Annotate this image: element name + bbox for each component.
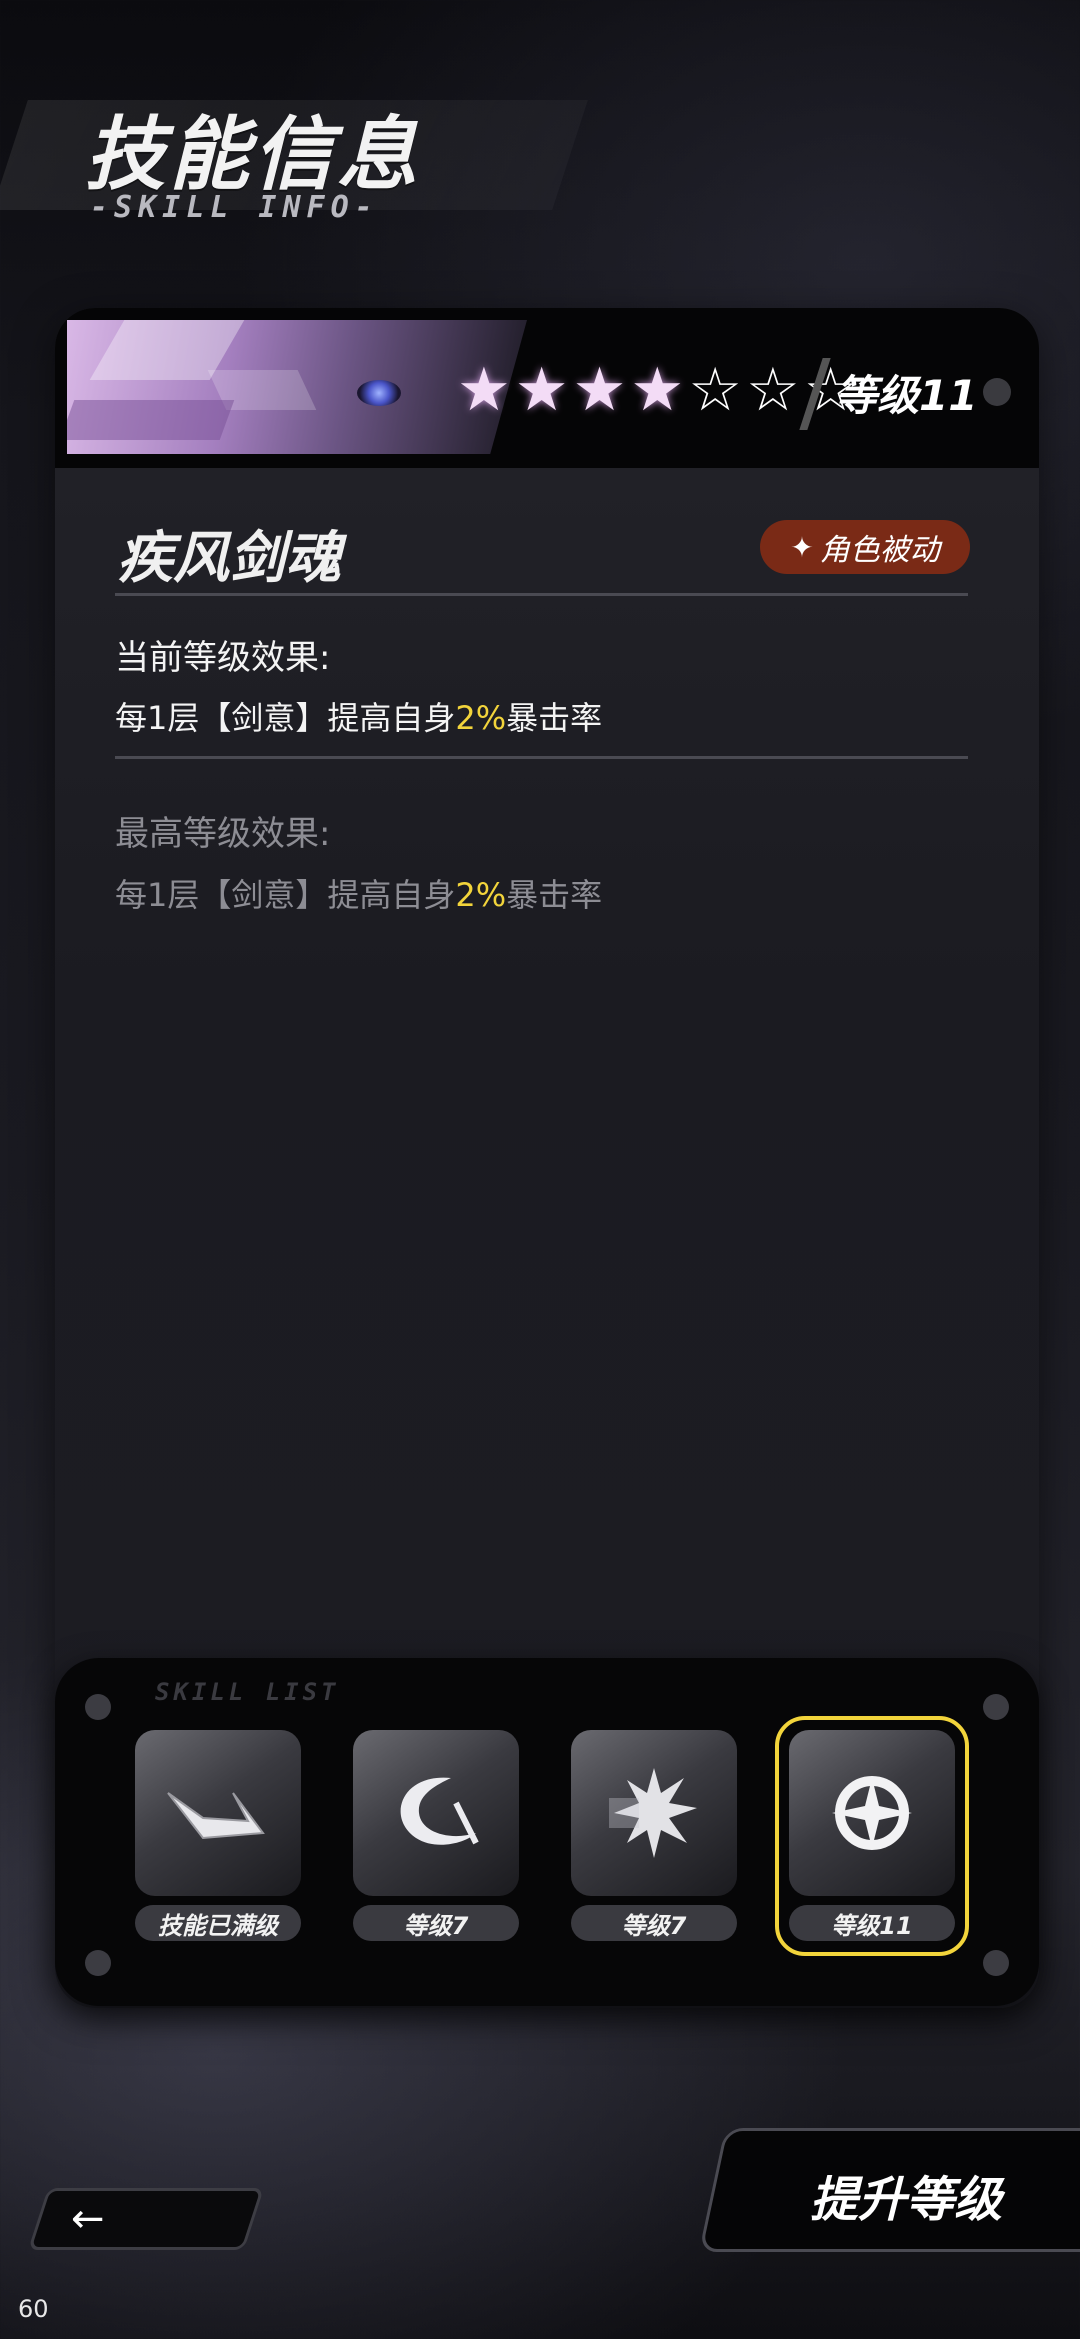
current-effect-value: 2% xyxy=(455,699,507,737)
spiky-burst-icon xyxy=(609,1768,697,1858)
max-effect-title: 最高等级效果: xyxy=(115,814,331,854)
star-filled-icon: ★ xyxy=(514,355,569,425)
skill-type-tag: ✦ 角色被动 xyxy=(760,520,970,574)
skill-name: 疾风剑魂 xyxy=(117,526,341,591)
star-filled-icon: ★ xyxy=(630,355,685,425)
star-dash-icon: ✦ xyxy=(790,530,814,564)
screw-decoration xyxy=(983,1694,1009,1720)
skill-slot-label: 等级7 xyxy=(571,1905,737,1941)
star-empty-icon: ☆ xyxy=(688,355,742,425)
skill-slot-1[interactable]: 技能已满级 xyxy=(135,1730,301,1942)
page-title: 技能信息 xyxy=(85,108,421,201)
divider xyxy=(115,593,968,596)
card-header: ★ ★ ★ ★ ☆ ☆ ☆ 等级11 xyxy=(55,308,1039,468)
skill-list-title: SKILL LIST xyxy=(155,1678,340,1706)
skill-slot-label: 等级11 xyxy=(789,1905,955,1941)
star-filled-icon: ★ xyxy=(572,355,627,425)
skill-slot-4-selected[interactable]: 等级11 xyxy=(775,1716,969,1956)
screw-decoration xyxy=(983,1950,1009,1976)
character-eye xyxy=(357,380,401,406)
page-header: 技能信息 -SKILL INFO- xyxy=(0,70,1080,240)
skill-slot-label: 等级7 xyxy=(353,1905,519,1941)
skill-list-panel: SKILL LIST 技能已满级 等级7 等级7 等级11 xyxy=(55,1658,1039,2006)
skill-slot-3[interactable]: 等级7 xyxy=(571,1730,737,1942)
divider xyxy=(115,756,968,759)
wing-emblem-icon xyxy=(167,1792,265,1840)
star-empty-icon: ☆ xyxy=(745,355,800,425)
compass-star-icon xyxy=(832,1776,912,1850)
max-effect-text: 每1层【剑意】提高自身2%暴击率 xyxy=(115,876,603,914)
screw-decoration xyxy=(85,1694,111,1720)
skill-slot-label: 技能已满级 xyxy=(135,1905,301,1941)
skill-type-label: 角色被动 xyxy=(819,533,940,568)
left-arrow-icon: ← xyxy=(71,2196,105,2242)
current-effect-text: 每1层【剑意】提高自身2%暴击率 xyxy=(115,699,603,737)
page-subtitle: -SKILL INFO- xyxy=(90,190,379,225)
fps-counter: 60 xyxy=(18,2295,49,2323)
max-effect-value: 2% xyxy=(455,876,507,914)
decor-dot xyxy=(983,378,1011,406)
crescent-slash-icon xyxy=(400,1777,479,1845)
skill-level-label: 等级11 xyxy=(835,371,978,420)
star-rating: ★ ★ ★ ★ ☆ ☆ ☆ xyxy=(457,360,858,420)
screw-decoration xyxy=(85,1950,111,1976)
star-filled-icon: ★ xyxy=(457,355,511,425)
upgrade-button-label[interactable]: 提升等级 xyxy=(810,2160,1002,2230)
back-button[interactable]: ← xyxy=(27,2188,265,2250)
current-effect-title: 当前等级效果: xyxy=(115,638,331,678)
skill-slot-2[interactable]: 等级7 xyxy=(353,1730,519,1942)
